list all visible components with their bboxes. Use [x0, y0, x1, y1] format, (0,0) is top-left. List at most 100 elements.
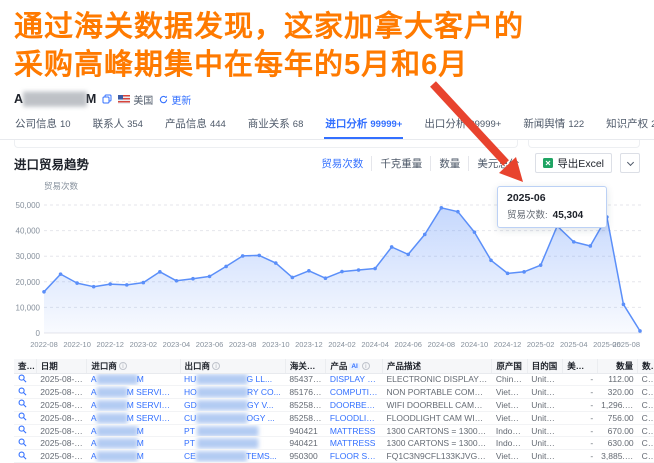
magnifier-icon[interactable] [18, 399, 27, 408]
col-header-数量单位: 数量单位 [637, 359, 654, 374]
importer-link[interactable]: A██████M SERVICES [86, 411, 181, 425]
product-link[interactable]: MATTRESS [325, 436, 383, 451]
exporter-link[interactable]: GD██████████GY V... [180, 398, 286, 412]
tab-count: 10 [60, 119, 71, 130]
dest-country-cell: United S... [527, 449, 563, 463]
exporter-link[interactable]: CE██████████TEMS... [180, 449, 286, 463]
date-cell: 2025-08-03 [36, 411, 87, 425]
product-link[interactable]: FLOOR SEAT+3 [325, 449, 383, 463]
magnifier-icon[interactable] [18, 387, 27, 396]
product-link[interactable]: MATTRESS [325, 424, 383, 438]
cutoff-card [14, 140, 519, 148]
importer-redacted: ████████ [96, 425, 138, 436]
date-cell: 2025-08-03 [36, 373, 87, 387]
svg-text:0: 0 [36, 329, 41, 338]
tab-count: 354 [127, 119, 143, 130]
importer-link[interactable]: A██████M SERVICES [86, 398, 181, 412]
table-row: 2025-08-03 A██████M SERVICES GD██████████G… [14, 398, 654, 412]
trend-chart: 0 10,000 20,000 30,000 40,000 50,000 贸易次数 2022-… [0, 175, 654, 353]
table-row: 2025-08-03 A████████M PT ████████████ 94042… [14, 436, 654, 451]
col-header-数量: 数量 [597, 359, 639, 374]
magnifier-icon[interactable] [18, 374, 27, 383]
excel-icon [543, 158, 554, 168]
magnifier-icon[interactable] [18, 412, 27, 421]
importer-redacted: ██████ [96, 412, 128, 423]
importer-link[interactable]: A████████M [86, 449, 181, 463]
col-header-进口商: 进口商 [86, 359, 181, 374]
section-title: 进口贸易趋势 [14, 157, 90, 172]
magnifier-icon[interactable] [18, 425, 27, 434]
quantity-cell: 630.00 [597, 436, 638, 451]
description-cell: ELECTRONIC DISPLAY DEVICE HTS CODE 8... [382, 373, 492, 387]
date-cell: 2025-08-03 [36, 436, 87, 451]
metric-toggle-bar: 贸易次数 千克重量 数量 美元总价 [313, 155, 527, 171]
metric-toggle-千克重量[interactable]: 千克重量 [371, 155, 430, 171]
importer-link[interactable]: A██████M SERVICES [86, 385, 181, 400]
metric-toggle-贸易次数[interactable]: 贸易次数 [313, 156, 371, 171]
date-cell: 2025-08-03 [36, 449, 87, 463]
description-cell: WIFI DOORBELL CAMERA HS CODE 852589... [382, 398, 492, 412]
chevron-down-icon [626, 158, 634, 166]
tab-label: 知识产权 [606, 118, 649, 130]
exporter-link[interactable]: CU██████████OGY ... [180, 411, 286, 425]
tab-商业关系[interactable]: 商业关系 68 [247, 112, 305, 139]
dest-country-cell: United S... [527, 385, 563, 400]
view-cell [14, 385, 37, 400]
importer-link[interactable]: A████████M [86, 373, 181, 387]
exporter-link[interactable]: HO██████████RY CO... [180, 385, 286, 400]
importer-link[interactable]: A████████M [86, 424, 181, 438]
origin-country-cell: Vietnam [491, 449, 528, 463]
usd-total-cell: - [562, 373, 598, 387]
view-cell [14, 424, 37, 438]
copy-icon[interactable] [102, 94, 112, 104]
hs-code-cell: 85258930 [285, 411, 326, 425]
export-excel-button[interactable]: 导出Excel [535, 153, 612, 173]
metric-toggle-数量[interactable]: 数量 [430, 155, 468, 171]
col-header-查看: 查看 [14, 359, 37, 374]
trend-section-header: 进口贸易趋势 贸易次数 千克重量 数量 美元总价 导出Excel [0, 148, 654, 173]
magnifier-icon[interactable] [18, 438, 27, 447]
exporter-link[interactable]: HU██████████G LL... [180, 373, 286, 387]
importer-redacted: ████████ [96, 374, 138, 385]
quantity-unit-cell: CTN [637, 424, 654, 438]
product-link[interactable]: DOORBELL CAMERA [325, 398, 383, 412]
headline-line1: 通过海关数据发现，这家加拿大客户的 [14, 11, 525, 43]
tab-知识产权[interactable]: 知识产权254 [605, 112, 654, 139]
exporter-link[interactable]: PT ████████████ [180, 436, 286, 451]
svg-text:2025-04: 2025-04 [560, 340, 588, 349]
tab-联系人[interactable]: 联系人 354 [92, 112, 144, 139]
exporter-link[interactable]: PT ████████████ [180, 424, 286, 438]
quantity-unit-cell: CTN [637, 411, 654, 425]
tab-label: 联系人 [92, 118, 125, 130]
tab-count: 99999+ [370, 119, 403, 130]
info-icon [361, 361, 370, 370]
col-header-日期: 日期 [36, 359, 88, 374]
origin-country-cell: Indonesia [491, 424, 528, 438]
product-link[interactable]: FLOODLIGHT CAM [325, 411, 383, 425]
company-name: A████████M [14, 92, 97, 106]
metric-toggle-美元总价[interactable]: 美元总价 [468, 155, 527, 171]
usd-total-cell: - [562, 411, 598, 425]
tab-出口分析[interactable]: 出口分析 99999+ [423, 112, 502, 139]
dest-country-cell: United S... [527, 373, 563, 387]
tab-count: 68 [292, 119, 304, 130]
product-link[interactable]: DISPLAY DEVICE [325, 373, 383, 387]
export-options-button[interactable] [620, 153, 640, 173]
tab-产品信息[interactable]: 产品信息 444 [164, 112, 227, 139]
tab-新闻舆情[interactable]: 新闻舆情 122 [522, 112, 585, 139]
tab-公司信息[interactable]: 公司信息 10 [14, 112, 72, 139]
importer-link[interactable]: A████████M [86, 436, 181, 451]
date-cell: 2025-08-03 [36, 398, 87, 412]
magnifier-icon[interactable] [18, 451, 27, 460]
tab-进口分析[interactable]: 进口分析 99999+ [324, 112, 404, 139]
view-cell [14, 436, 37, 451]
refresh-button[interactable]: 更新 [159, 92, 191, 107]
importer-redacted: ████████ [96, 438, 138, 449]
description-cell: FQ1C3N9CFL133KJVGA1TKKAJX34YV75U6... [382, 449, 492, 463]
quantity-unit-cell: CTN [637, 449, 654, 463]
description-cell: 1300 CARTONS = 1300 PIECES OF MATTRES... [382, 436, 492, 451]
quantity-unit-cell: CTN [637, 398, 654, 412]
quantity-unit-cell: CTN [637, 436, 654, 451]
table-row: 2025-08-03 A████████M HU██████████G LL... 8… [14, 373, 654, 387]
product-link[interactable]: COMPUTING DEVICE [325, 385, 383, 400]
